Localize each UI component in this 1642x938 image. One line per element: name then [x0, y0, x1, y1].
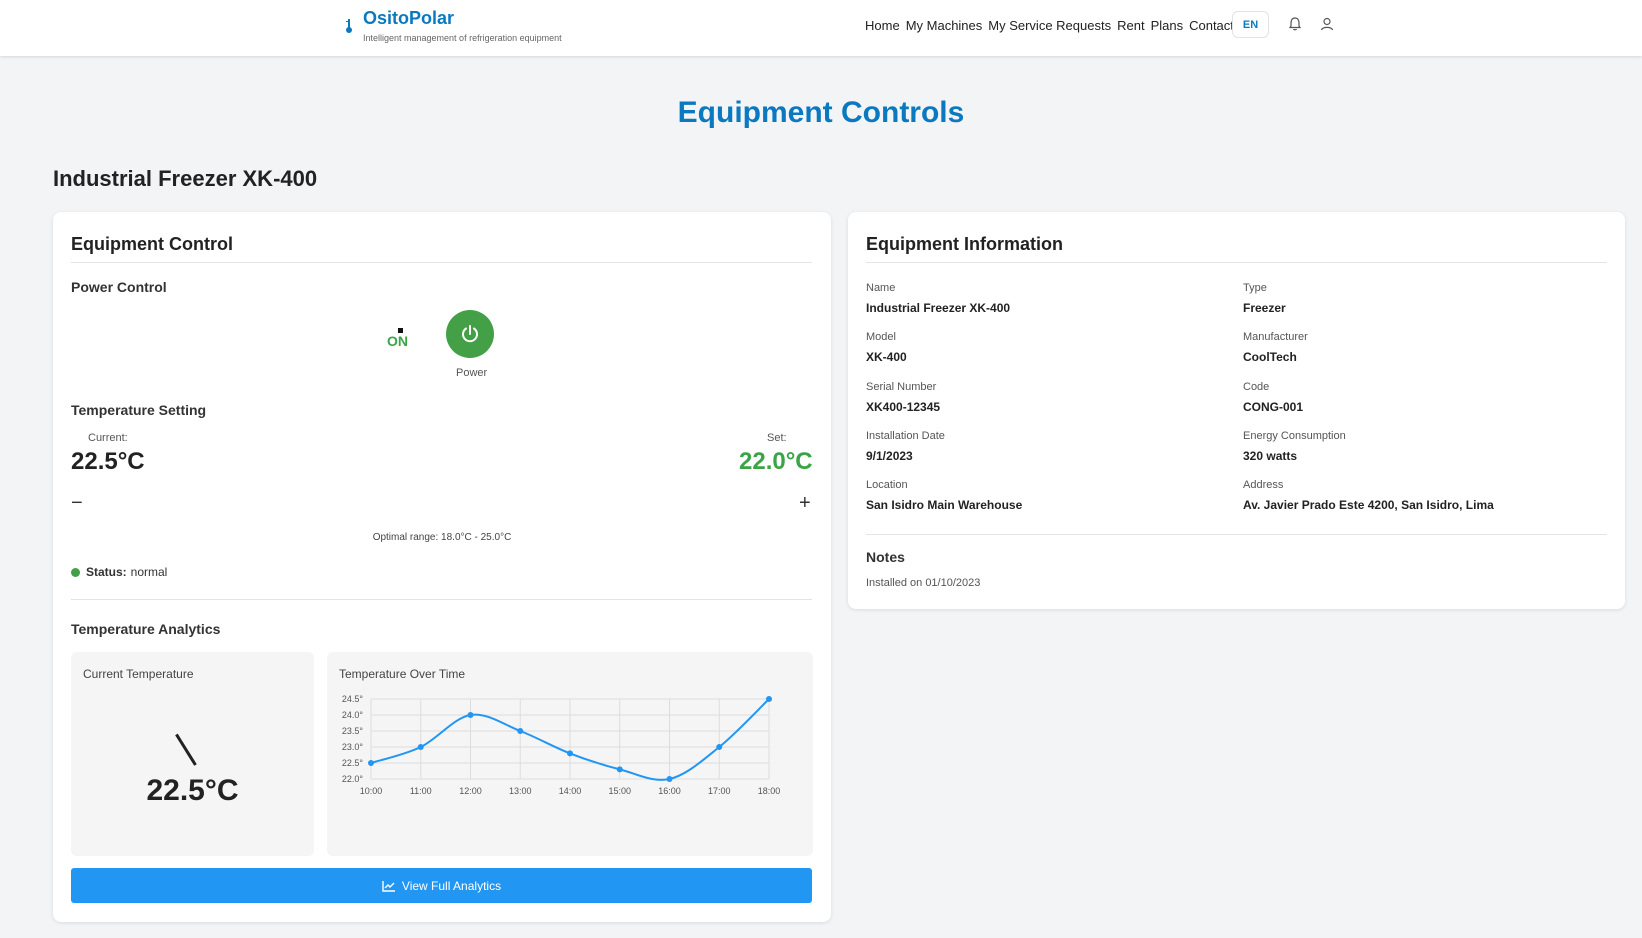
status-label: Status: [86, 565, 127, 579]
temperature-analytics-heading: Temperature Analytics [71, 621, 221, 637]
y-tick-label: 23.0° [342, 742, 364, 752]
power-control-heading: Power Control [71, 279, 167, 295]
info-model: Model XK-400 [866, 331, 907, 364]
x-tick-label: 15:00 [608, 786, 631, 796]
x-tick-label: 18:00 [758, 786, 781, 796]
decrease-temp-button[interactable]: − [71, 493, 83, 513]
brand-tagline: Intelligent management of refrigeration … [363, 33, 562, 43]
y-tick-label: 22.5° [342, 758, 364, 768]
status-row: Status: normal [71, 565, 167, 579]
current-caption: Current: [88, 432, 128, 444]
info-installation-date: Installation Date 9/1/2023 [866, 430, 945, 463]
nav-home[interactable]: Home [865, 18, 900, 33]
info-code: Code CONG-001 [1243, 381, 1304, 414]
chart-line-icon [382, 880, 395, 892]
x-tick-label: 11:00 [410, 786, 432, 796]
power-label: Power [456, 367, 488, 379]
user-icon[interactable] [1319, 16, 1335, 32]
data-point [716, 744, 723, 750]
power-icon [462, 325, 478, 343]
data-point [766, 696, 772, 702]
data-point [616, 766, 623, 773]
brand[interactable]: OsitoPolar Intelligent management of ref… [343, 8, 562, 43]
increase-temp-button[interactable]: + [799, 493, 811, 513]
info-energy-consumption: Energy Consumption 320 watts [1243, 430, 1346, 463]
gauge-value: 22.5°C [146, 774, 239, 807]
data-point [567, 750, 573, 757]
notes-heading: Notes [866, 549, 905, 565]
data-point [467, 712, 474, 718]
divider [71, 262, 812, 263]
card-title: Equipment Information [866, 234, 1063, 254]
view-button-label: View Full Analytics [401, 878, 502, 893]
gauge-needle [175, 733, 197, 766]
set-caption: Set: [767, 432, 787, 444]
page-title: Equipment Controls [677, 96, 965, 129]
info-name: Name Industrial Freezer XK-400 [866, 282, 1011, 315]
gauge-title: Current Temperature [83, 667, 194, 681]
y-tick-label: 24.0° [342, 710, 364, 720]
current-temperature: 22.5°C [71, 448, 145, 475]
x-tick-label: 16:00 [658, 786, 681, 796]
status-dot [71, 567, 80, 577]
y-tick-label: 23.5° [342, 726, 364, 736]
x-tick-label: 17:00 [708, 786, 731, 796]
equipment-information-card: Equipment Information Name Industrial Fre… [848, 212, 1625, 609]
x-tick-label: 12:00 [459, 786, 482, 796]
notes-value: Installed on 01/10/2023 [866, 577, 981, 589]
info-manufacturer: Manufacturer CoolTech [1243, 331, 1308, 364]
info-type: Type Freezer [1243, 282, 1286, 315]
data-point [666, 776, 673, 782]
x-tick-label: 14:00 [559, 786, 582, 796]
nav-my-service-requests[interactable]: My Service Requests [988, 18, 1111, 33]
language-button[interactable]: EN [1232, 11, 1269, 38]
x-tick-label: 13:00 [509, 786, 532, 796]
set-temperature: 22.0°C [739, 448, 813, 475]
divider [866, 262, 1607, 263]
nav-plans[interactable]: Plans [1151, 18, 1184, 33]
status-value: normal [130, 565, 168, 579]
power-button[interactable] [446, 310, 494, 358]
bell-icon[interactable] [1287, 16, 1303, 32]
temperature-setting-heading: Temperature Setting [71, 402, 207, 418]
power-state: ON [387, 333, 408, 349]
card-title: Equipment Control [71, 234, 233, 254]
optimal-range: Optimal range: 18.0°C - 25.0°C [372, 532, 512, 543]
view-full-analytics-button[interactable]: View Full Analytics [71, 868, 812, 903]
chart-panel: Temperature Over Time 22.0° 22.5° 23.0° 23.… [327, 652, 813, 856]
main-nav: Home My Machines My Service Requests Ren… [865, 18, 1234, 33]
data-point [417, 744, 424, 750]
info-serial-number: Serial Number XK400-12345 [866, 381, 941, 414]
data-point [517, 728, 524, 734]
data-point [368, 760, 374, 766]
temperature-line-chart: 22.0° 22.5° 23.0° 23.5° 24.0° 24.5° 10:00 11:00… [342, 694, 781, 796]
y-tick-label: 22.0° [342, 774, 364, 784]
info-location: Location San Isidro Main Warehouse [866, 479, 1023, 512]
top-navbar: OsitoPolar Intelligent management of ref… [0, 0, 1642, 56]
divider [866, 534, 1607, 535]
thermometer-icon [346, 19, 352, 33]
info-address: Address Av. Javier Prado Este 4200, San I… [1243, 479, 1494, 512]
nav-contact[interactable]: Contact [1189, 18, 1234, 33]
nav-my-machines[interactable]: My Machines [906, 18, 983, 33]
equipment-control-card: Equipment Control Power Control ON Power… [53, 212, 831, 922]
brand-name: OsitoPolar [363, 8, 455, 28]
machine-title: Industrial Freezer XK-400 [53, 166, 318, 191]
y-tick-label: 24.5° [342, 694, 364, 704]
gauge-panel: Current Temperature 22.5°C [71, 652, 314, 856]
nav-rent[interactable]: Rent [1117, 18, 1144, 33]
divider [71, 599, 812, 600]
x-tick-label: 10:00 [360, 786, 383, 796]
